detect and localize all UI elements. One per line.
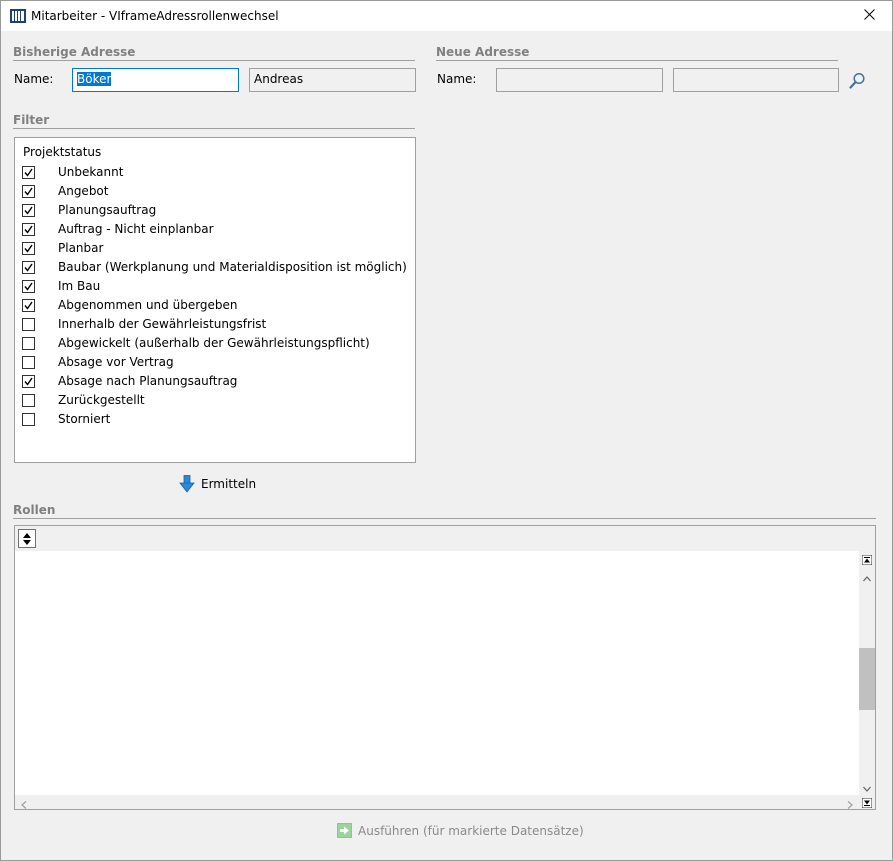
old-first-name-value: Andreas [254, 72, 304, 86]
title-bar: Mitarbeiter - VIframeAdressrollenwechsel [1, 1, 892, 31]
scroll-up-icon[interactable] [863, 571, 871, 585]
project-status-label: Storniert [58, 412, 111, 426]
checkbox-checked[interactable] [22, 204, 35, 217]
project-status-label: Abgenommen und übergeben [58, 298, 238, 312]
execute-label: Ausführen (für markierte Datensätze) [358, 824, 584, 838]
project-status-label: Auftrag - Nicht einplanbar [58, 222, 214, 236]
old-address-section-title: Bisherige Adresse [13, 45, 136, 59]
project-status-label: Unbekannt [58, 165, 124, 179]
grid-app-icon [10, 9, 26, 23]
project-status-label: Absage vor Vertrag [58, 355, 174, 369]
project-status-label: Im Bau [58, 279, 101, 293]
scroll-left-icon[interactable] [21, 798, 27, 812]
checkbox-unchecked[interactable] [22, 318, 35, 331]
sort-updown-icon [23, 533, 31, 548]
project-status-heading: Projektstatus [23, 145, 102, 159]
checkbox-checked[interactable] [22, 261, 35, 274]
roles-section-title: Rollen [13, 503, 56, 517]
checkbox-checked[interactable] [22, 242, 35, 255]
scroll-to-top-icon[interactable] [861, 554, 873, 568]
project-status-label: Angebot [58, 184, 109, 198]
window-title: Mitarbeiter - VIframeAdressrollenwechsel [31, 9, 279, 23]
project-status-list: Projektstatus Unbekannt Angebot Planungsau… [14, 137, 416, 463]
checkbox-checked[interactable] [22, 299, 35, 312]
checkbox-unchecked[interactable] [22, 394, 35, 407]
project-status-label: Planbar [58, 241, 104, 255]
close-icon [863, 9, 875, 23]
magnifier-icon[interactable] [849, 72, 866, 89]
new-last-name-field[interactable] [496, 68, 663, 92]
new-first-name-field[interactable] [673, 68, 839, 92]
checkbox-unchecked[interactable] [22, 413, 35, 426]
old-address-divider [13, 60, 415, 61]
checkbox-unchecked[interactable] [22, 337, 35, 350]
vertical-scroll-thumb[interactable] [859, 648, 875, 710]
horizontal-scrollbar[interactable] [15, 795, 875, 809]
project-status-label: Zurückgestellt [58, 393, 145, 407]
new-name-label: Name: [437, 72, 477, 86]
checkbox-checked[interactable] [22, 375, 35, 388]
project-status-label: Absage nach Planungsauftrag [58, 374, 238, 388]
filter-divider [13, 128, 415, 129]
new-address-divider [436, 60, 838, 61]
close-button[interactable] [846, 1, 892, 31]
dialog-window: Mitarbeiter - VIframeAdressrollenwechsel… [0, 0, 893, 861]
project-status-label: Innerhalb der Gewährleistungsfrist [58, 317, 267, 331]
vertical-scrollbar[interactable] [859, 551, 875, 795]
roles-divider [13, 518, 876, 519]
roles-grid-header [15, 526, 875, 551]
roles-grid[interactable] [14, 525, 876, 810]
scroll-down-icon[interactable] [863, 781, 871, 795]
checkbox-checked[interactable] [22, 166, 35, 179]
old-last-name-field[interactable]: Böker [72, 68, 239, 92]
new-address-section-title: Neue Adresse [436, 45, 530, 59]
scroll-to-bottom-icon[interactable] [861, 797, 873, 811]
checkbox-checked[interactable] [22, 223, 35, 236]
old-last-name-value: Böker [77, 72, 112, 86]
arrow-down-icon [179, 475, 195, 496]
filter-section-title: Filter [13, 113, 50, 127]
checkbox-unchecked[interactable] [22, 356, 35, 369]
sort-button[interactable] [18, 529, 36, 548]
ermitteln-label: Ermitteln [201, 477, 257, 491]
project-status-label: Abgewickelt (außerhalb der Gewährleistun… [58, 336, 370, 350]
checkbox-checked[interactable] [22, 280, 35, 293]
project-status-label: Planungsauftrag [58, 203, 157, 217]
old-name-label: Name: [14, 72, 54, 86]
checkbox-checked[interactable] [22, 185, 35, 198]
arrow-right-icon [337, 823, 352, 841]
old-first-name-field[interactable]: Andreas [249, 68, 416, 92]
scroll-right-icon[interactable] [847, 798, 853, 812]
project-status-label: Baubar (Werkplanung und Materialdisposit… [58, 260, 407, 274]
